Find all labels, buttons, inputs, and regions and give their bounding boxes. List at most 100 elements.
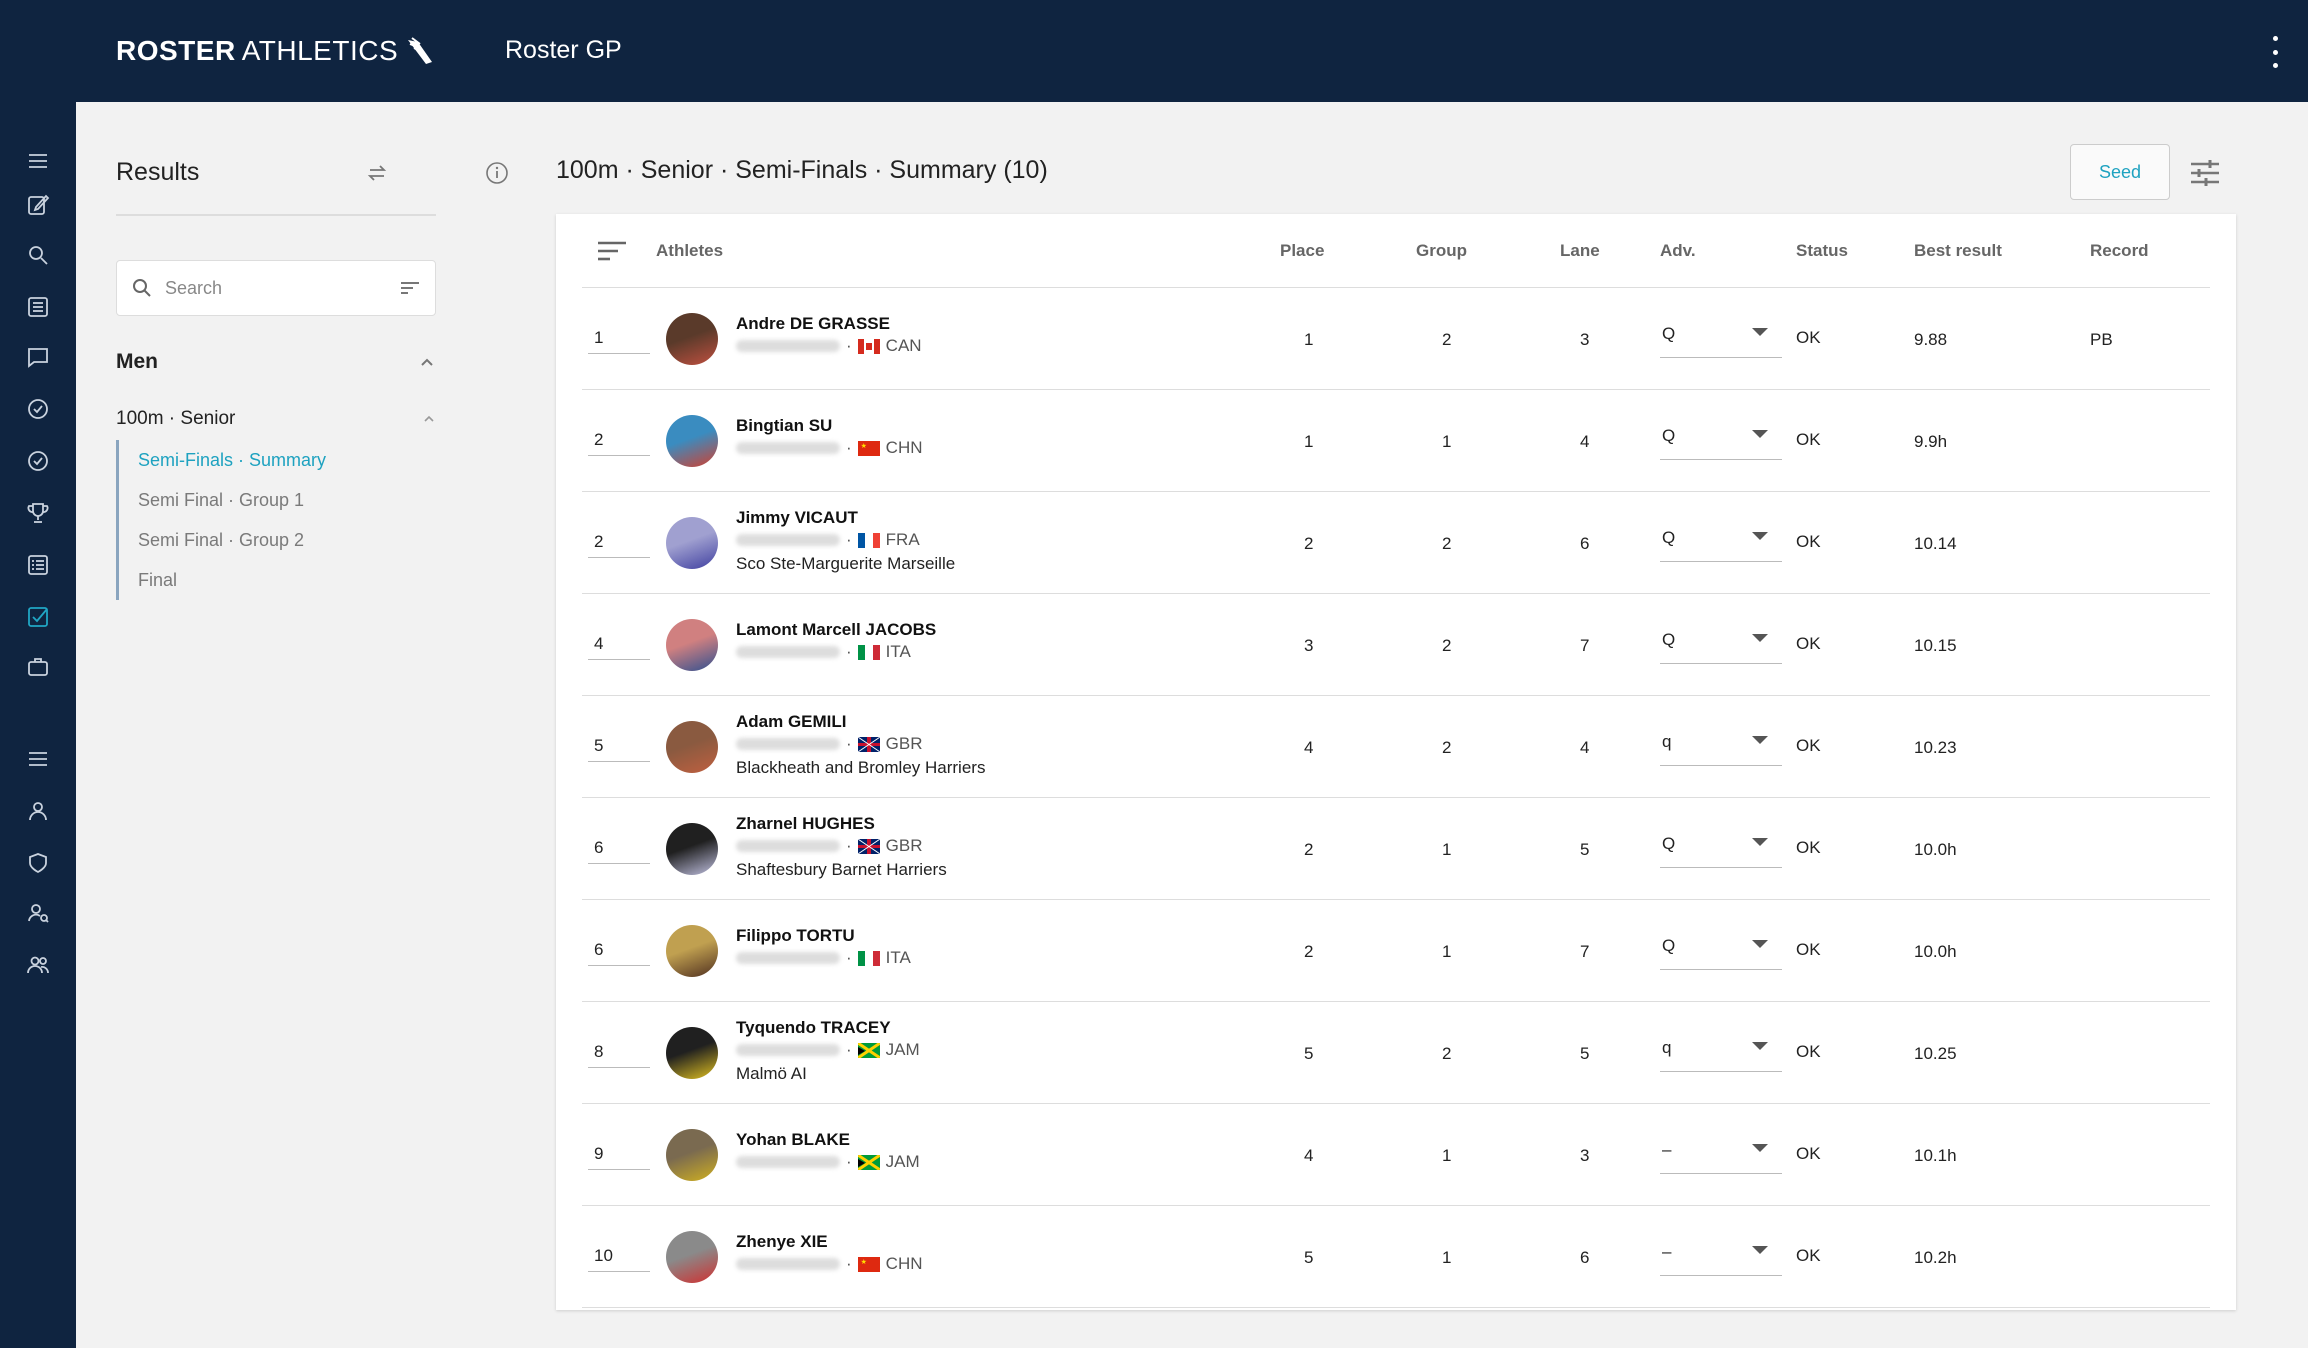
best-result-value: 9.88 — [1914, 330, 1948, 349]
table-row[interactable]: 1 Andre DE GRASSE · CAN 1 2 3 Q OK 9.88 PB — [582, 288, 2210, 390]
search-box[interactable] — [116, 260, 436, 316]
rank-field[interactable]: 6 — [588, 828, 650, 864]
best-result-value: 10.15 — [1914, 636, 1957, 655]
caret-down-icon — [1752, 328, 1768, 336]
athlete-name[interactable]: Yohan BLAKE — [736, 1130, 850, 1150]
rank-field[interactable]: 2 — [588, 420, 650, 456]
flag-icon — [857, 1154, 880, 1170]
avatar — [666, 517, 718, 569]
round-item[interactable]: Semi Final · Group 2 — [119, 520, 436, 560]
header-group[interactable]: Group — [1416, 241, 1467, 261]
table-row[interactable]: 2 Bingtian SU · ★ CHN 1 1 4 Q OK 9.9h — [582, 390, 2210, 492]
search-icon[interactable] — [25, 242, 51, 268]
table-row[interactable]: 5 Adam GEMILI · GBR Blackheath and Bromley H… — [582, 696, 2210, 798]
header-record[interactable]: Record — [2090, 241, 2149, 261]
table-row[interactable]: 6 Filippo TORTU · ITA 2 1 7 Q OK 10.0h — [582, 900, 2210, 1002]
trophy-icon[interactable] — [25, 500, 51, 526]
checkbox-icon[interactable] — [25, 604, 51, 630]
header-place[interactable]: Place — [1280, 241, 1324, 261]
rank-field[interactable]: 9 — [588, 1134, 650, 1170]
check-circle-icon[interactable] — [25, 448, 51, 474]
swap-icon[interactable] — [364, 160, 390, 186]
athlete-name[interactable]: Lamont Marcell JACOBS — [736, 620, 936, 640]
caret-down-icon — [1752, 940, 1768, 948]
advancement-select[interactable]: Q — [1660, 526, 1782, 562]
group-icon[interactable] — [25, 952, 51, 978]
rank-field[interactable]: 6 — [588, 930, 650, 966]
menu-icon[interactable] — [25, 148, 51, 174]
table-row[interactable]: 10 Zhenye XIE · ★ CHN 5 1 6 – OK 10.2h — [582, 1206, 2210, 1308]
advancement-select[interactable]: – — [1660, 1240, 1782, 1276]
seed-button[interactable]: Seed — [2070, 144, 2170, 200]
menu-icon[interactable] — [25, 746, 51, 772]
athlete-name[interactable]: Filippo TORTU — [736, 926, 855, 946]
table-row[interactable]: 2 Jimmy VICAUT · FRA Sco Ste-Marguerite Mars… — [582, 492, 2210, 594]
status-value: OK — [1796, 940, 1821, 959]
avatar — [666, 619, 718, 671]
advancement-select[interactable]: Q — [1660, 934, 1782, 970]
more-options-icon[interactable] — [2268, 36, 2282, 68]
athlete-name[interactable]: Tyquendo TRACEY — [736, 1018, 891, 1038]
athlete-name[interactable]: Jimmy VICAUT — [736, 508, 858, 528]
avatar — [666, 1231, 718, 1283]
redacted-text — [736, 646, 840, 658]
info-icon[interactable] — [484, 160, 510, 186]
advancement-select[interactable]: q — [1660, 730, 1782, 766]
check-circle-icon[interactable] — [25, 396, 51, 422]
header-athletes[interactable]: Athletes — [656, 241, 723, 261]
search-input[interactable] — [165, 277, 399, 299]
header-best-result[interactable]: Best result — [1914, 241, 2002, 261]
group-value: 1 — [1442, 1146, 1452, 1165]
list-icon[interactable] — [25, 294, 51, 320]
rank-field[interactable]: 5 — [588, 726, 650, 762]
table-row[interactable]: 9 Yohan BLAKE · JAM 4 1 3 – OK 10.1h — [582, 1104, 2210, 1206]
list-box-icon[interactable] — [25, 552, 51, 578]
athlete-name[interactable]: Andre DE GRASSE — [736, 314, 890, 334]
round-item[interactable]: Semi Final · Group 1 — [119, 480, 436, 520]
header-adv[interactable]: Adv. — [1660, 241, 1696, 261]
round-item[interactable]: Final — [119, 560, 436, 600]
advancement-select[interactable]: Q — [1660, 322, 1782, 358]
advancement-select[interactable]: Q — [1660, 424, 1782, 460]
tune-icon[interactable] — [2188, 156, 2222, 190]
athlete-name[interactable]: Adam GEMILI — [736, 712, 847, 732]
athlete-name[interactable]: Zhenye XIE — [736, 1232, 828, 1252]
briefcase-icon[interactable] — [25, 654, 51, 680]
person-icon[interactable] — [25, 798, 51, 824]
table-row[interactable]: 4 Lamont Marcell JACOBS · ITA 3 2 7 Q OK 10.15 — [582, 594, 2210, 696]
table-row[interactable]: 6 Zharnel HUGHES · GBR Shaftesbury Barnet Ha… — [582, 798, 2210, 900]
rank-field[interactable]: 10 — [588, 1236, 650, 1272]
round-item[interactable]: Semi-Finals · Summary — [119, 440, 436, 480]
header-lane[interactable]: Lane — [1560, 241, 1600, 261]
header-status[interactable]: Status — [1796, 241, 1848, 261]
rank-field[interactable]: 8 — [588, 1032, 650, 1068]
table-row[interactable]: 8 Tyquendo TRACEY · JAM Malmö AI 5 2 5 q OK 10.25 — [582, 1002, 2210, 1104]
lane-value: 7 — [1580, 636, 1590, 655]
event-label: 100m · Senior — [116, 408, 236, 429]
results-panel: Results Men 100m · Senior Semi-Finals · … — [76, 102, 508, 1348]
rank-field[interactable]: 2 — [588, 522, 650, 558]
filter-icon[interactable] — [399, 277, 421, 299]
advancement-select[interactable]: q — [1660, 1036, 1782, 1072]
athlete-name[interactable]: Bingtian SU — [736, 416, 832, 436]
lane-value: 6 — [1580, 534, 1590, 553]
advancement-select[interactable]: Q — [1660, 628, 1782, 664]
group-men[interactable]: Men — [116, 350, 436, 374]
shield-icon[interactable] — [25, 850, 51, 876]
advancement-select[interactable]: – — [1660, 1138, 1782, 1174]
rank-field[interactable]: 4 — [588, 624, 650, 660]
brand-logo[interactable]: ROSTER ATHLETICS — [116, 34, 438, 68]
group-value: 2 — [1442, 330, 1452, 349]
flag-icon — [857, 1042, 880, 1058]
redacted-text — [736, 1156, 840, 1168]
chat-icon[interactable] — [25, 344, 51, 370]
rank-field[interactable]: 1 — [588, 318, 650, 354]
group-value: 2 — [1442, 1044, 1452, 1063]
person-search-icon[interactable] — [25, 900, 51, 926]
event-100m-senior[interactable]: 100m · Senior — [116, 408, 436, 430]
edit-icon[interactable] — [25, 192, 51, 218]
sort-icon[interactable] — [596, 238, 628, 264]
search-icon — [133, 279, 151, 297]
athlete-name[interactable]: Zharnel HUGHES — [736, 814, 875, 834]
advancement-select[interactable]: Q — [1660, 832, 1782, 868]
